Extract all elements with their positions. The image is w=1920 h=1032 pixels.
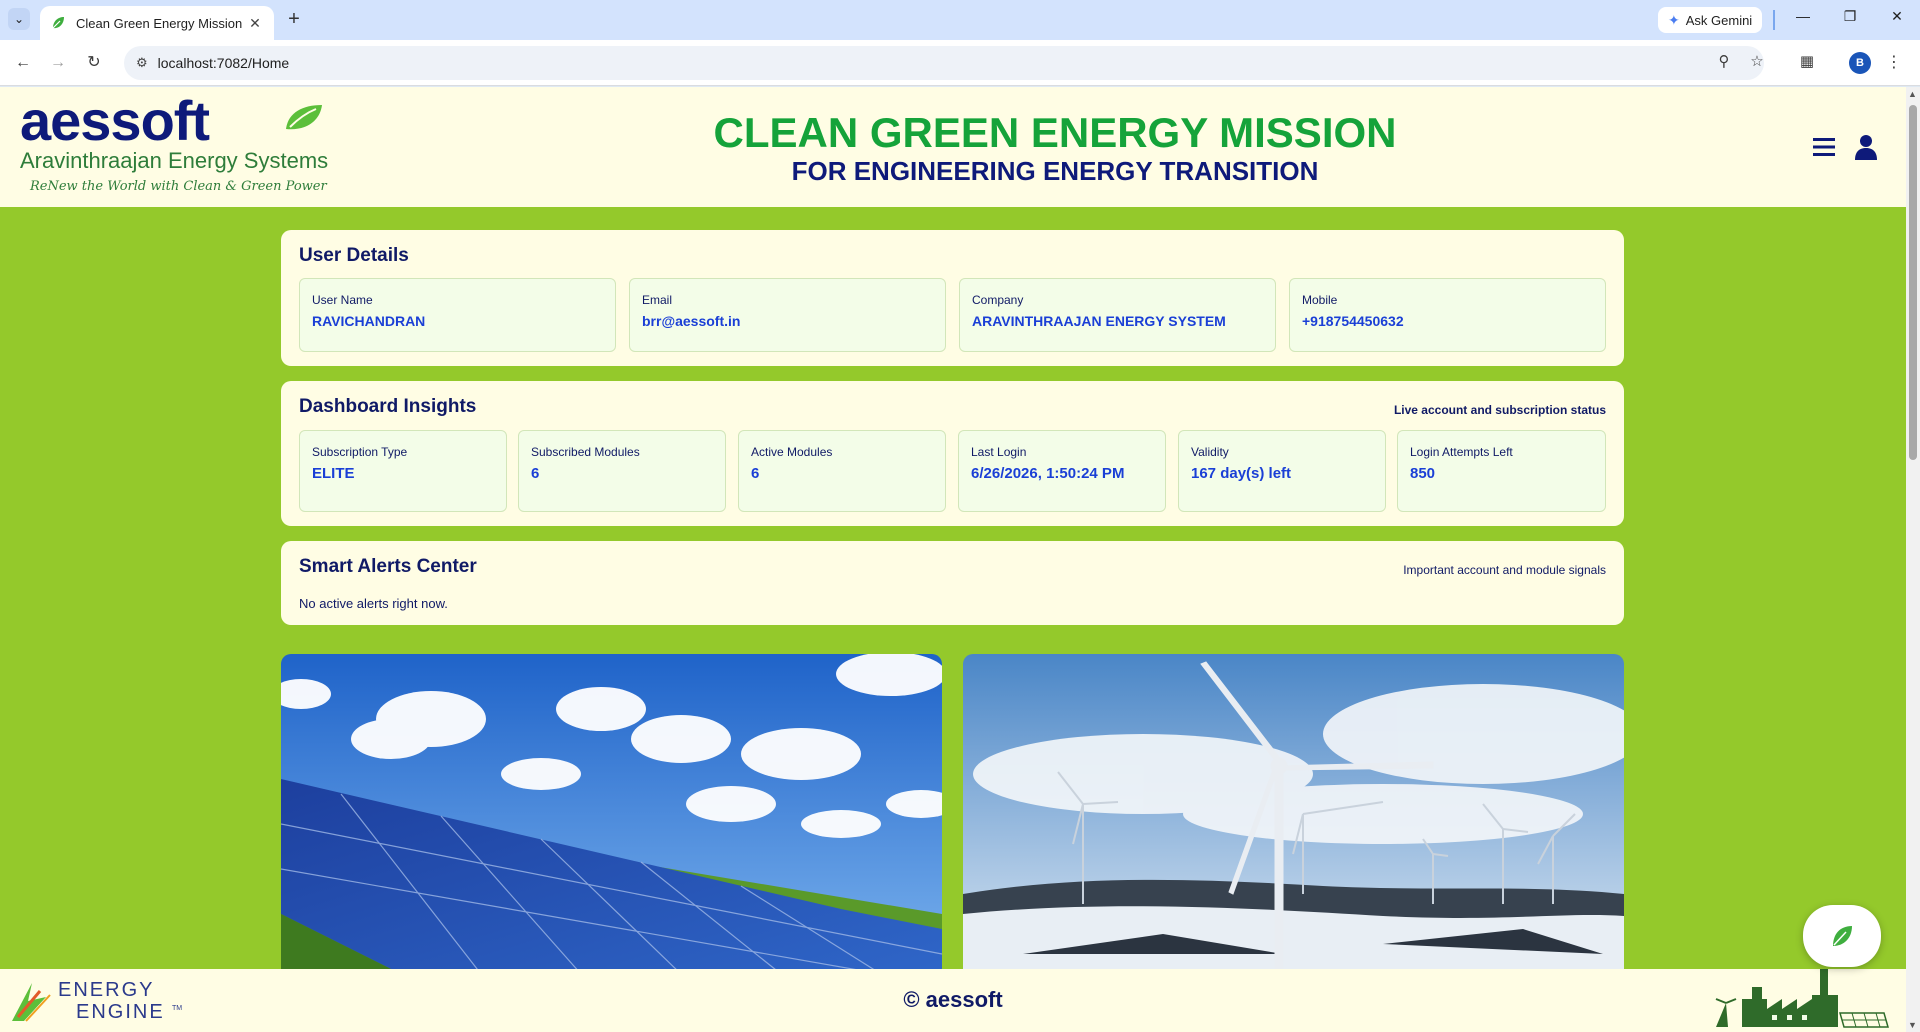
page-subtitle: FOR ENGINEERING ENERGY TRANSITION	[791, 156, 1319, 186]
restore-window-icon[interactable]: ❐	[1838, 8, 1862, 25]
alerts-message: No active alerts right now.	[299, 596, 448, 611]
tile-label: Email	[642, 293, 673, 307]
login-attempts-tile: Login Attempts Left 850	[1397, 430, 1606, 512]
subscription-type-tile: Subscription Type ELITE	[299, 430, 507, 512]
tile-value: 167 day(s) left	[1191, 465, 1292, 482]
aessoft-logo[interactable]: aessoft Aravinthraajan Energy Systems Re…	[20, 93, 330, 201]
user-details-heading: User Details	[299, 245, 409, 266]
browser-toolbar: ← → ↻ ⚙ localhost:7082/Home ⚲ ☆ ▦ B ⋮	[0, 40, 1920, 86]
site-header: aessoft Aravinthraajan Energy Systems Re…	[0, 87, 1906, 207]
browser-tabstrip: ⌄ Clean Green Energy Mission ✕ + ✦ Ask G…	[0, 0, 1920, 40]
user-name-tile: User Name RAVICHANDRAN	[299, 278, 616, 352]
tile-value: RAVICHANDRAN	[312, 313, 426, 329]
site-info-icon[interactable]: ⚙	[136, 55, 148, 71]
profile-avatar[interactable]: B	[1849, 52, 1871, 74]
gemini-sparkle-icon: ✦	[1668, 11, 1680, 28]
solar-panels-illustration	[281, 654, 942, 974]
site-footer: ENERGY ENGINE TM © aessoft	[0, 969, 1906, 1032]
tile-label: Active Modules	[751, 445, 833, 459]
browser-tab-active[interactable]: Clean Green Energy Mission ✕	[40, 6, 274, 40]
close-window-icon[interactable]: ✕	[1885, 8, 1909, 25]
copyright-text: © aessoft	[903, 987, 1003, 1012]
tile-value: 6	[531, 465, 540, 482]
mission-headline: CLEAN GREEN ENERGY MISSION FOR ENGINEERI…	[640, 111, 1470, 187]
solar-panels-image	[281, 654, 942, 974]
insights-note: Live account and subscription status	[1393, 403, 1606, 417]
ask-gemini-label: Ask Gemini	[1685, 12, 1753, 28]
tile-value: 6/26/2026, 1:50:24 PM	[971, 465, 1125, 482]
subscribed-modules-tile: Subscribed Modules 6	[518, 430, 726, 512]
tile-value: ARAVINTHRAAJAN ENERGY SYSTEM	[972, 313, 1226, 329]
tabstrip-divider	[1773, 10, 1775, 30]
alerts-note: Important account and module signals	[1403, 563, 1606, 577]
scroll-up-arrow-icon[interactable]: ▲	[1908, 89, 1917, 99]
page-title: CLEAN GREEN ENERGY MISSION	[713, 109, 1397, 156]
tile-label: User Name	[312, 293, 373, 307]
tile-label: Validity	[1191, 445, 1229, 459]
tile-value: +918754450632	[1302, 313, 1404, 329]
insights-heading: Dashboard Insights	[299, 396, 477, 417]
user-account-icon[interactable]	[1855, 134, 1877, 160]
wind-turbines-image	[963, 654, 1624, 974]
address-url[interactable]: localhost:7082/Home	[158, 55, 290, 71]
dashboard-insights-card: Dashboard Insights Live account and subs…	[281, 381, 1624, 526]
leaf-favicon-icon	[52, 17, 64, 29]
address-bar[interactable]: ⚙ localhost:7082/Home	[124, 46, 1764, 80]
new-tab-button[interactable]: +	[282, 8, 306, 30]
bookmark-star-icon[interactable]: ☆	[1746, 52, 1768, 70]
logo-tagline: ReNew the World with Clean & Green Power	[30, 179, 327, 194]
mobile-tile: Mobile +918754450632	[1289, 278, 1606, 352]
forward-arrow-icon[interactable]: →	[47, 52, 69, 74]
page-viewport: aessoft Aravinthraajan Energy Systems Re…	[0, 87, 1920, 1032]
tab-search-button[interactable]: ⌄	[8, 8, 30, 30]
chevron-down-icon: ⌄	[13, 12, 25, 26]
tile-label: Subscription Type	[312, 445, 408, 459]
active-modules-tile: Active Modules 6	[738, 430, 946, 512]
browser-menu-icon[interactable]: ⋮	[1886, 52, 1902, 72]
tab-close-icon[interactable]: ✕	[246, 15, 264, 32]
tile-value: brr@aessoft.in	[642, 313, 741, 329]
tile-label: Mobile	[1302, 293, 1338, 307]
logo-company: Aravinthraajan Energy Systems	[20, 148, 329, 173]
company-tile: Company ARAVINTHRAAJAN ENERGY SYSTEM	[959, 278, 1276, 352]
scroll-down-arrow-icon[interactable]: ▼	[1908, 1020, 1917, 1030]
smart-alerts-card: Smart Alerts Center Important account an…	[281, 541, 1624, 625]
ask-gemini-button[interactable]: ✦ Ask Gemini	[1658, 7, 1763, 33]
logo-leaf-icon	[286, 105, 322, 130]
factory-skyline-icon	[1715, 969, 1889, 1028]
wind-turbines-illustration	[963, 654, 1624, 974]
last-login-tile: Last Login 6/26/2026, 1:50:24 PM	[958, 430, 1166, 512]
tile-label: Last Login	[971, 445, 1027, 459]
back-arrow-icon[interactable]: ←	[12, 52, 34, 74]
leaf-assistant-icon	[1833, 926, 1852, 946]
tile-label: Login Attempts Left	[1410, 445, 1513, 459]
tile-value: 850	[1410, 465, 1436, 482]
floating-chat-button[interactable]	[1803, 905, 1881, 967]
extensions-puzzle-icon[interactable]: ▦	[1796, 52, 1818, 70]
validity-tile: Validity 167 day(s) left	[1178, 430, 1386, 512]
scrollbar-thumb[interactable]	[1909, 105, 1917, 460]
alerts-heading: Smart Alerts Center	[299, 556, 477, 577]
tile-label: Subscribed Modules	[531, 445, 640, 459]
reload-icon[interactable]: ↻	[83, 52, 105, 74]
hamburger-menu-icon[interactable]	[1813, 137, 1835, 157]
email-tile: Email brr@aessoft.in	[629, 278, 946, 352]
user-details-card: User Details User Name RAVICHANDRAN Emai…	[281, 230, 1624, 366]
minimize-window-icon[interactable]: —	[1791, 8, 1815, 24]
page-scrollbar[interactable]: ▲ ▼	[1906, 87, 1920, 1032]
zoom-icon[interactable]: ⚲	[1713, 52, 1735, 70]
tile-value: 6	[751, 465, 760, 482]
tile-label: Company	[972, 293, 1024, 307]
tab-title: Clean Green Energy Mission	[76, 15, 243, 31]
tile-value: ELITE	[312, 465, 355, 482]
